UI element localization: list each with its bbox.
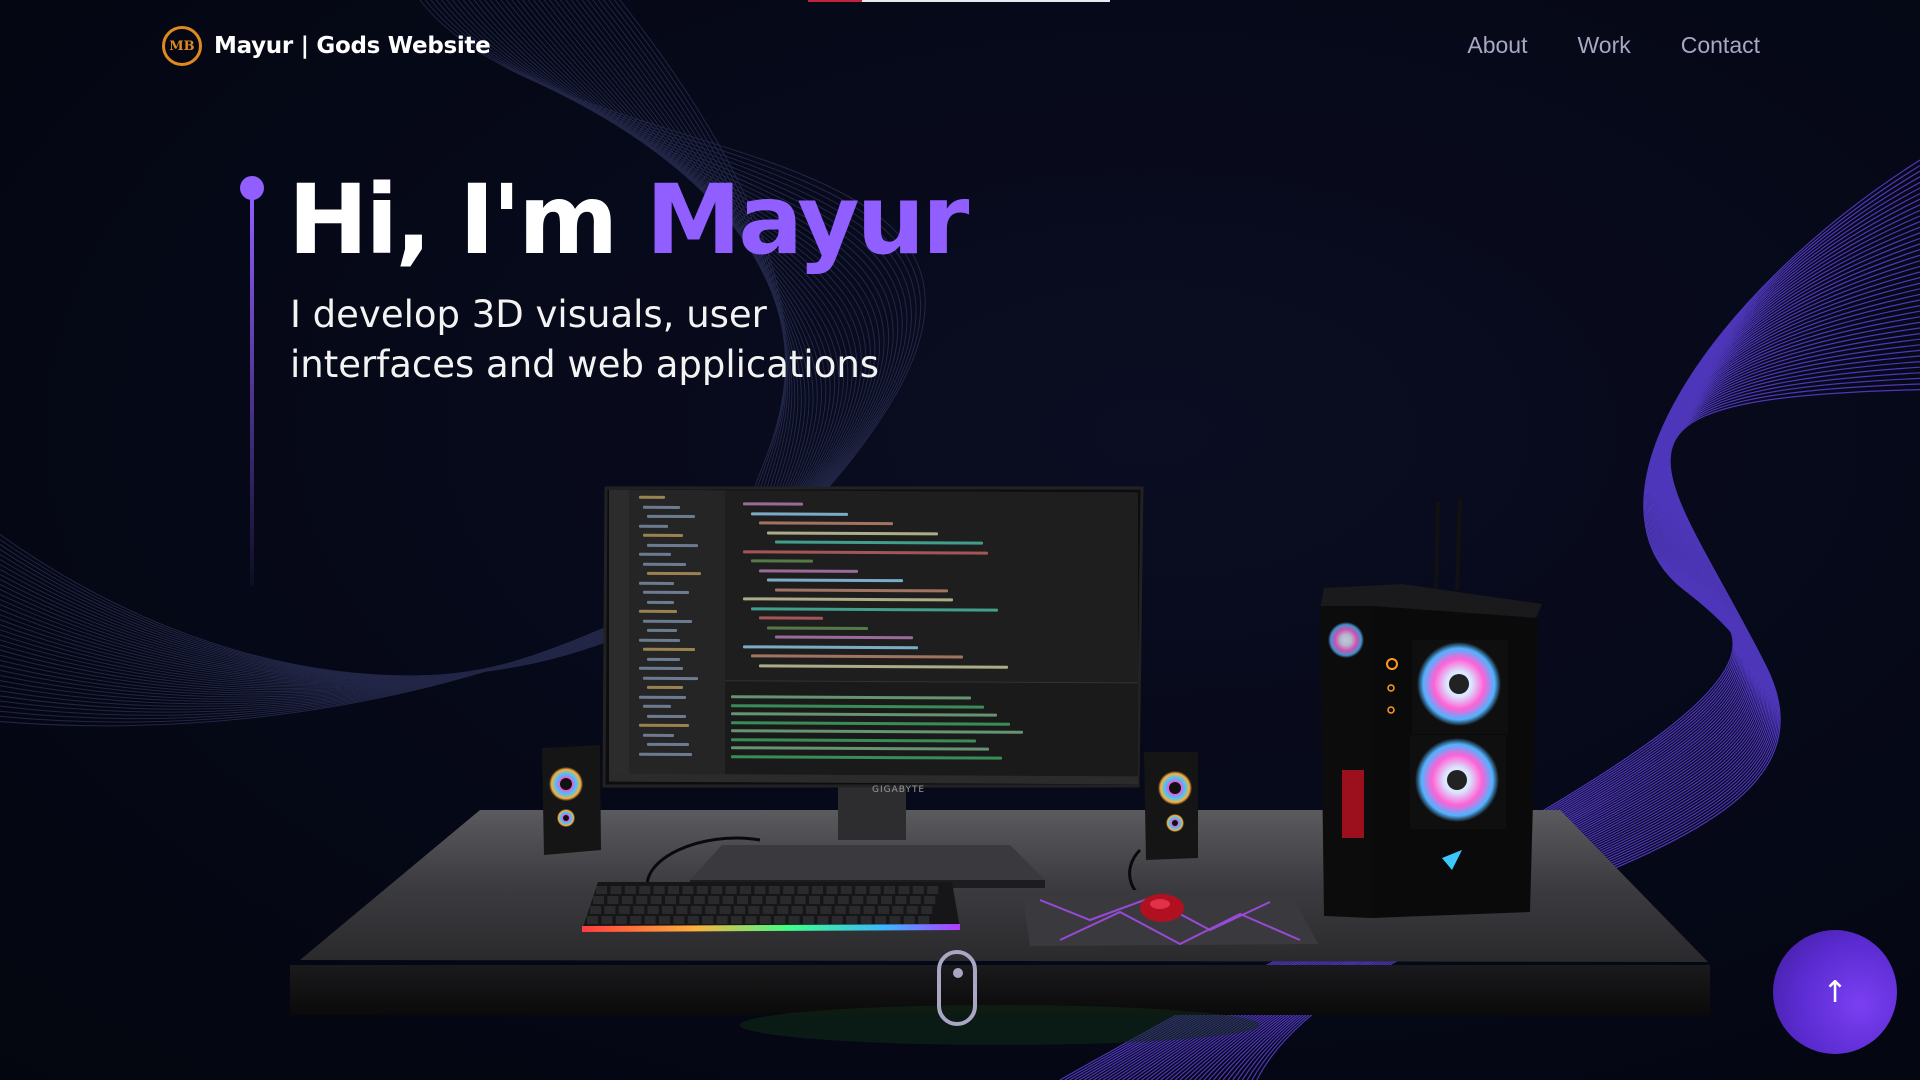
speaker-right [1144,752,1198,860]
mouse [1140,894,1184,922]
mouse-scroll-icon[interactable] [937,950,977,1026]
monitor-brand-label: GIGABYTE [872,785,925,795]
editor-terminal-panel [725,680,1138,777]
pc-case [1320,497,1542,918]
arrow-up-icon: ↑ [1822,974,1848,1010]
editor-file-explorer [629,489,725,783]
monitor-screen-code-editor [609,489,1138,785]
scroll-wheel-dot [953,968,963,978]
back-to-top-button[interactable]: ↑ [1773,930,1897,1054]
keyboard [582,882,960,932]
editor-code-area [725,490,1138,683]
editor-activity-bar [609,489,629,782]
portfolio-hero-page: MB Mayur | Gods Website About Work Conta… [0,0,1920,1080]
speaker-left [542,745,601,855]
